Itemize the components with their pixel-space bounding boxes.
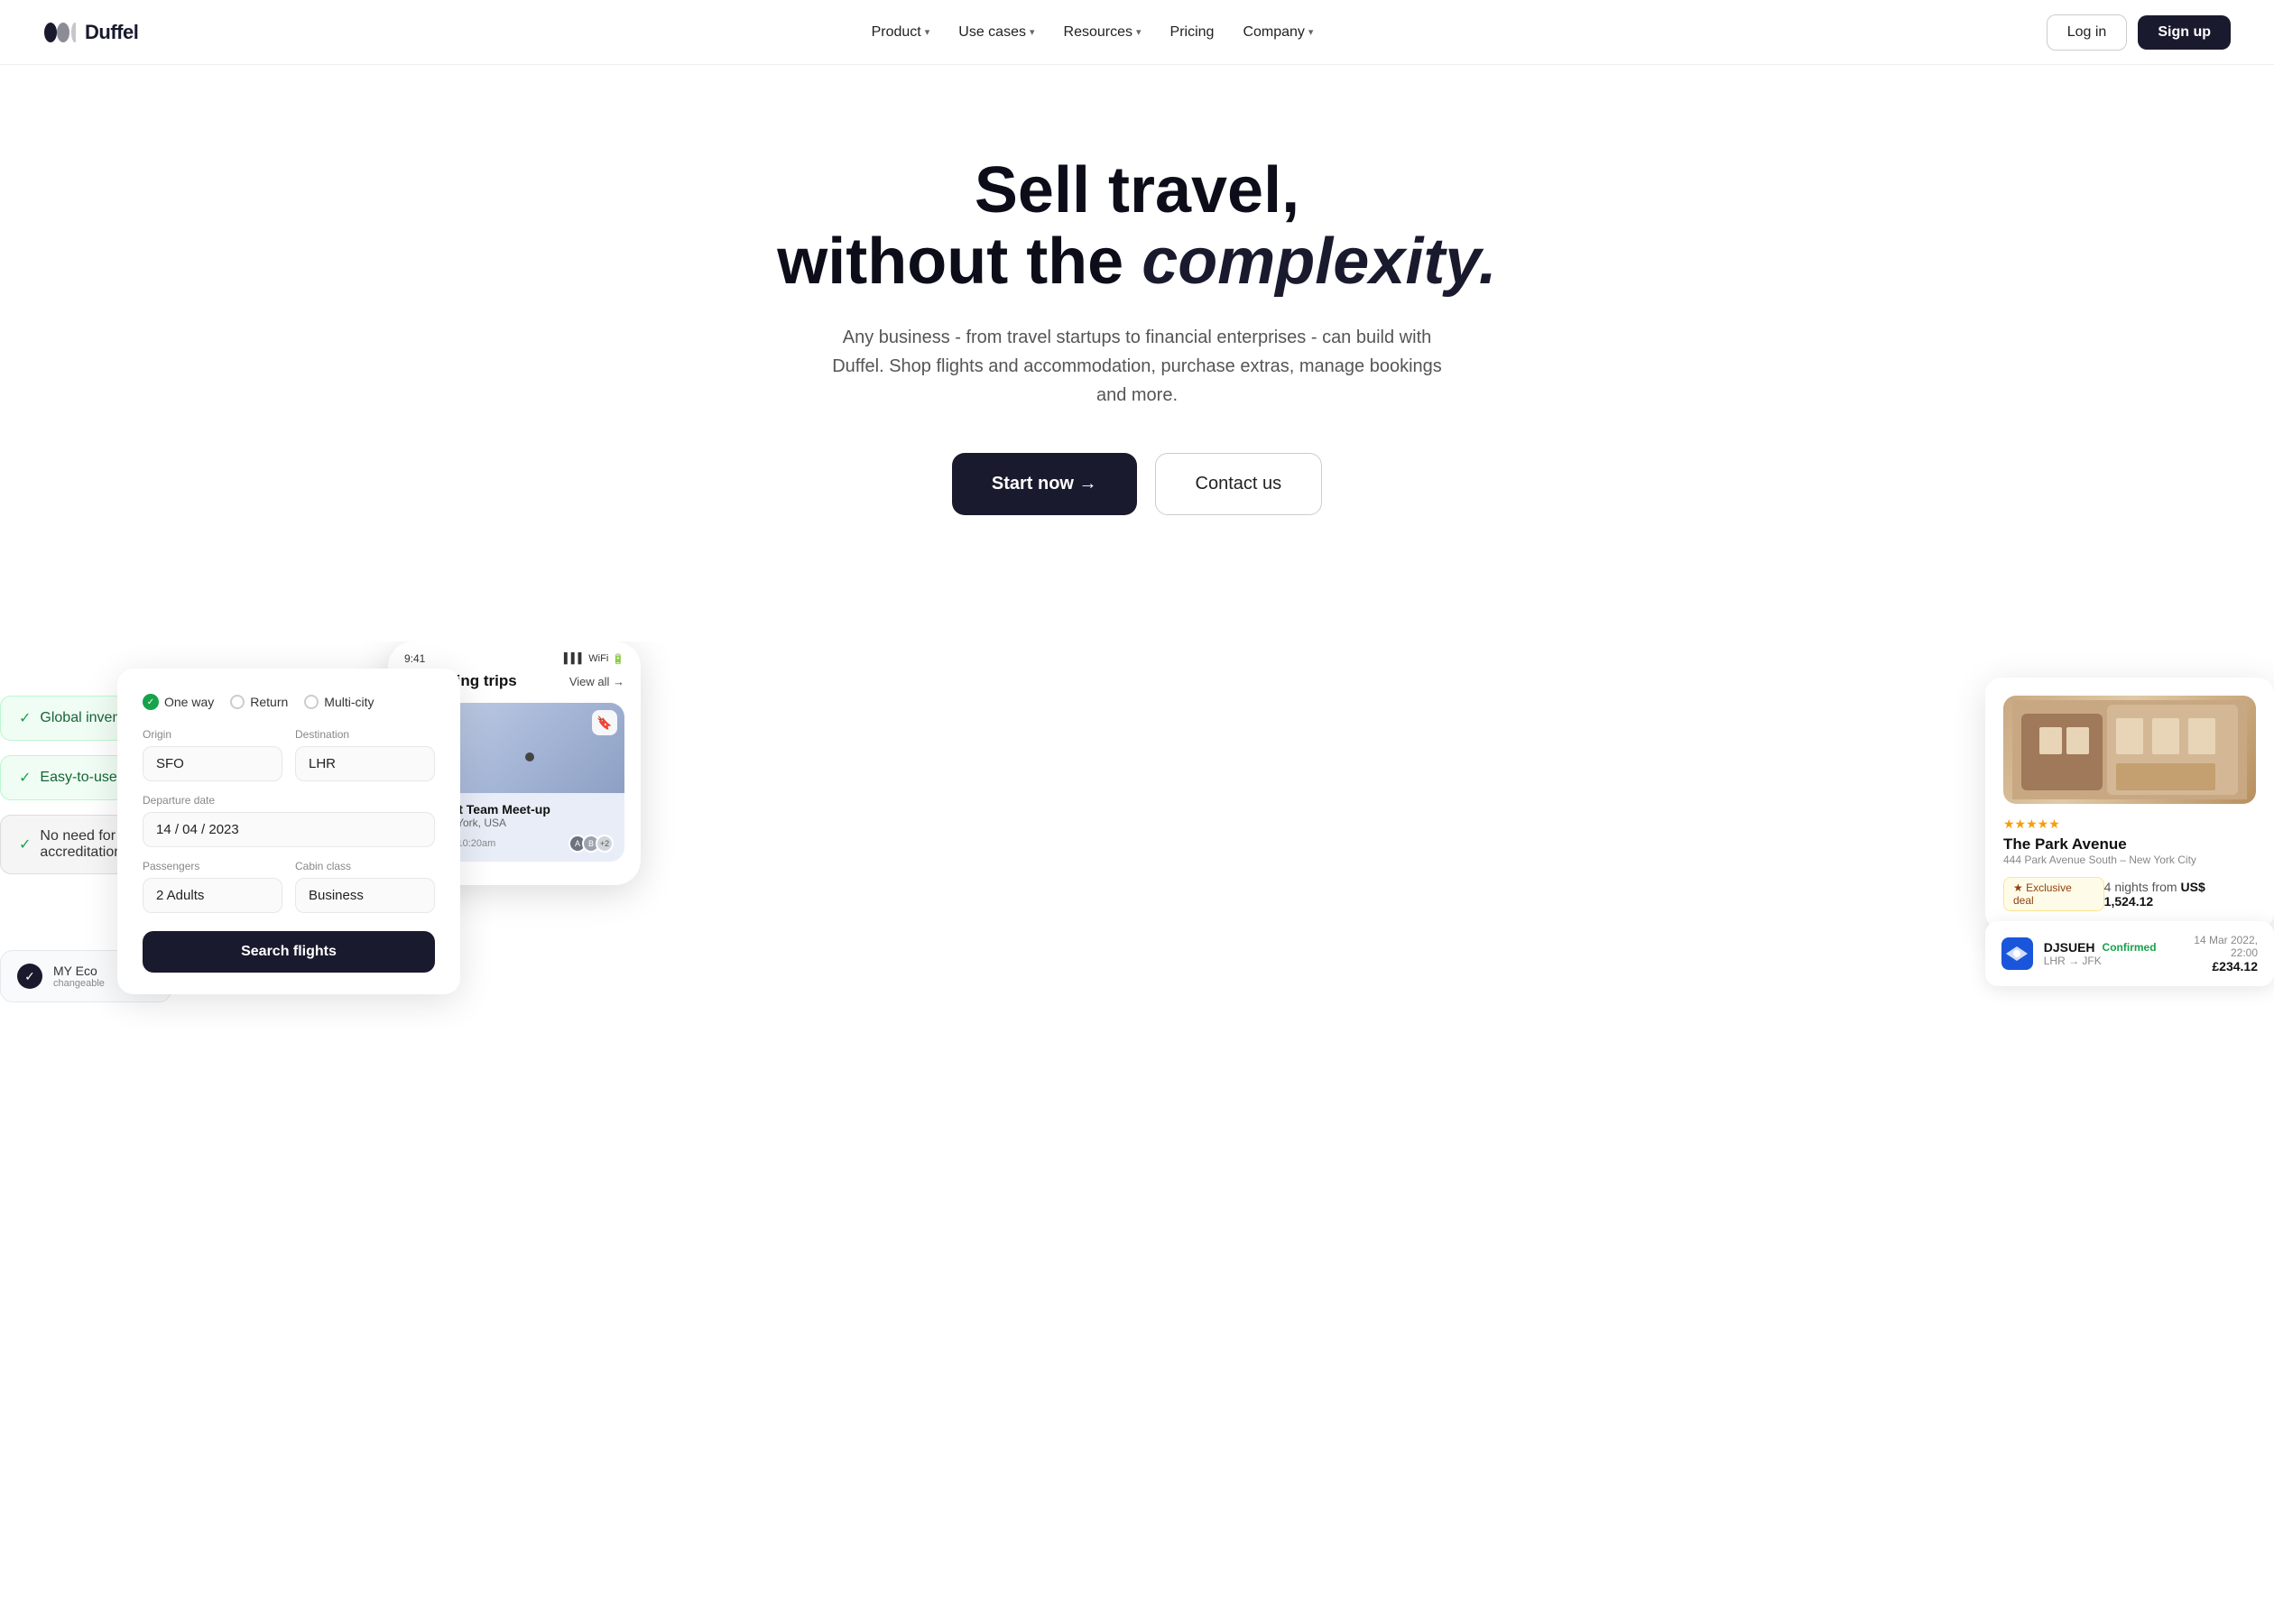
origin-destination-row: Origin Destination [143, 728, 435, 781]
logo-icon [43, 20, 76, 45]
hero-title: Sell travel, without the complexity. [43, 155, 2231, 298]
chevron-icon: ▾ [1136, 26, 1142, 38]
origin-input[interactable] [143, 746, 282, 781]
navbar: Duffel Product ▾ Use cases ▾ Resources ▾… [0, 0, 2274, 65]
mobile-status-bar: 9:41 ▌▌▌ WiFi 🔋 [388, 641, 641, 672]
unselected-radio-icon [304, 695, 319, 709]
chevron-icon: ▾ [1308, 26, 1314, 38]
one-way-option[interactable]: One way [143, 694, 214, 710]
selected-radio-icon [143, 694, 159, 710]
passengers-field: Passengers 2 Adults [143, 860, 282, 913]
flight-details: DJSUEH Confirmed LHR → JFK [2044, 940, 2157, 967]
contact-us-button[interactable]: Contact us [1155, 453, 1323, 515]
bookmark-icon: 🔖 [592, 710, 617, 735]
nav-product[interactable]: Product ▾ [872, 24, 930, 41]
signup-button[interactable]: Sign up [2138, 15, 2231, 50]
multi-city-option[interactable]: Multi-city [304, 694, 374, 710]
nav-pricing[interactable]: Pricing [1170, 24, 1215, 41]
nav-company[interactable]: Company ▾ [1243, 24, 1313, 41]
view-all-link[interactable]: View all → [569, 675, 624, 688]
cabin-class-field: Cabin class Business [295, 860, 435, 913]
hero-section: Sell travel, without the complexity. Any… [0, 65, 2274, 641]
check-icon: ✓ [19, 769, 31, 787]
hotel-card: ★★★★★ The Park Avenue 444 Park Avenue So… [1985, 678, 2274, 929]
flight-search-card: One way Return Multi-city Origin Destina… [117, 669, 460, 994]
flight-status-card: DJSUEH Confirmed LHR → JFK 14 Mar 2022, … [1985, 921, 2274, 986]
trip-type-selector: One way Return Multi-city [143, 694, 435, 710]
avatar-count: +2 [596, 835, 614, 853]
checkmark-icon: ✓ [17, 964, 42, 989]
hotel-footer: ★ Exclusive deal 4 nights from US$ 1,524… [2003, 877, 2256, 911]
hotel-stars: ★★★★★ [2003, 817, 2256, 832]
login-button[interactable]: Log in [2047, 14, 2128, 51]
flight-price-info: 14 Mar 2022, 22:00 £234.12 [2168, 934, 2258, 973]
hotel-name: The Park Avenue [2003, 835, 2256, 854]
destination-input[interactable] [295, 746, 435, 781]
unselected-radio-icon [230, 695, 245, 709]
departure-date-field: Departure date [143, 794, 435, 847]
hero-subtitle: Any business - from travel startups to f… [830, 323, 1444, 410]
nav-use-cases[interactable]: Use cases ▾ [958, 24, 1034, 41]
nav-links: Product ▾ Use cases ▾ Resources ▾ Pricin… [872, 24, 1314, 41]
hero-buttons: Start now → Contact us [43, 453, 2231, 515]
brand-name: Duffel [85, 21, 138, 44]
search-flights-button[interactable]: Search flights [143, 931, 435, 973]
passengers-cabin-row: Passengers 2 Adults Cabin class Business [143, 860, 435, 913]
hotel-price: 4 nights from US$ 1,524.12 [2104, 880, 2256, 909]
nav-resources[interactable]: Resources ▾ [1064, 24, 1142, 41]
hotel-image [2003, 696, 2256, 804]
origin-field: Origin [143, 728, 282, 781]
check-icon: ✓ [19, 709, 31, 727]
airline-logo [2001, 937, 2033, 970]
cabin-select[interactable]: Business [295, 878, 435, 913]
passengers-select[interactable]: 2 Adults [143, 878, 282, 913]
exclusive-deal-badge: ★ Exclusive deal [2003, 877, 2104, 911]
logo[interactable]: Duffel [43, 20, 138, 45]
destination-field: Destination [295, 728, 435, 781]
map-marker [525, 752, 534, 761]
return-option[interactable]: Return [230, 694, 288, 710]
start-now-button[interactable]: Start now → [952, 453, 1137, 515]
check-icon: ✓ [19, 835, 31, 854]
chevron-icon: ▾ [1030, 26, 1035, 38]
trip-avatars: A B +2 [573, 835, 614, 853]
departure-input[interactable] [143, 812, 435, 847]
chevron-icon: ▾ [925, 26, 930, 38]
nav-actions: Log in Sign up [2047, 14, 2231, 51]
hotel-address: 444 Park Avenue South – New York City [2003, 854, 2256, 866]
